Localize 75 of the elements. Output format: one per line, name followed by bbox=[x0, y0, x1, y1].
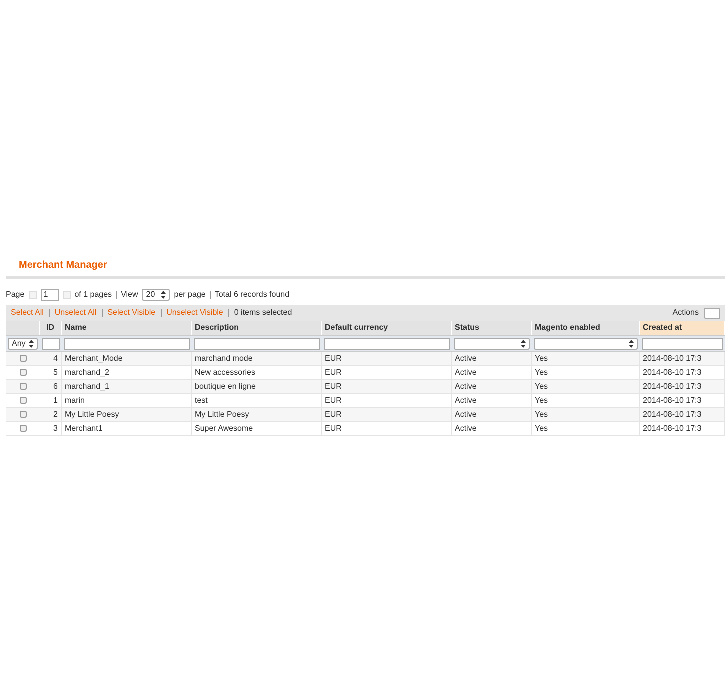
page-title: Merchant Manager bbox=[19, 260, 108, 271]
table-cell: Active bbox=[455, 394, 477, 406]
actions-label: Actions bbox=[672, 307, 699, 319]
table-cell: 2014-08-10 17:3 bbox=[643, 352, 702, 364]
table-cell: 4 bbox=[54, 352, 58, 364]
updown-arrows-icon bbox=[629, 340, 634, 348]
table-cell: 2014-08-10 17:3 bbox=[643, 408, 702, 420]
table-cell: EUR bbox=[325, 422, 342, 434]
table-cell: 6 bbox=[54, 380, 58, 392]
row-checkbox[interactable] bbox=[20, 425, 26, 432]
table-cell: EUR bbox=[325, 408, 342, 420]
updown-arrows-icon bbox=[161, 291, 166, 299]
table-cell: Merchant_Mode bbox=[65, 352, 123, 364]
table-cell: Yes bbox=[535, 380, 548, 392]
table-cell: Super Awesome bbox=[195, 422, 254, 434]
page-label: Page bbox=[6, 289, 25, 301]
view-label: View bbox=[121, 289, 138, 301]
table-cell: 2014-08-10 17:3 bbox=[643, 366, 702, 378]
row-checkbox[interactable] bbox=[20, 383, 26, 390]
table-cell: marchand_2 bbox=[65, 366, 110, 378]
table-cell: marchand mode bbox=[195, 352, 253, 364]
table-cell: Yes bbox=[535, 422, 548, 434]
table-cell: My Little Poesy bbox=[195, 408, 250, 420]
selected-count: 0 items selected bbox=[234, 307, 292, 319]
table-cell: Active bbox=[455, 352, 477, 364]
table-cell: Active bbox=[455, 380, 477, 392]
row-checkbox[interactable] bbox=[20, 411, 26, 418]
table-cell: test bbox=[195, 394, 208, 406]
filter-select[interactable] bbox=[534, 338, 638, 350]
table-cell: 2014-08-10 17:3 bbox=[643, 422, 702, 434]
table-cell: 1 bbox=[54, 394, 58, 406]
row-checkbox[interactable] bbox=[20, 369, 26, 376]
row-checkbox[interactable] bbox=[20, 397, 26, 404]
page-field[interactable]: 1 bbox=[40, 289, 59, 301]
table-cell: Yes bbox=[535, 408, 548, 420]
table-cell: 2 bbox=[54, 408, 58, 420]
updown-arrows-icon bbox=[29, 340, 34, 348]
per-page-label: per page bbox=[174, 289, 206, 301]
table-cell: boutique en ligne bbox=[195, 380, 256, 392]
previous-page-icon[interactable] bbox=[28, 291, 37, 299]
table-cell: 2014-08-10 17:3 bbox=[643, 380, 702, 392]
table-cell: EUR bbox=[325, 380, 342, 392]
table-cell: Active bbox=[455, 366, 477, 378]
updown-arrows-icon bbox=[521, 340, 526, 348]
per-page-select[interactable]: 20 bbox=[142, 289, 170, 301]
row-checkbox[interactable] bbox=[20, 355, 26, 362]
table-cell: Yes bbox=[535, 352, 548, 364]
table-cell: EUR bbox=[325, 394, 342, 406]
filter-field[interactable] bbox=[64, 338, 190, 350]
table-cell: My Little Poesy bbox=[65, 408, 120, 420]
table-cell: Yes bbox=[535, 366, 548, 378]
table-cell: New accessories bbox=[195, 366, 256, 378]
column-header[interactable]: Created at bbox=[640, 321, 725, 335]
actions-select[interactable] bbox=[704, 308, 720, 318]
table-cell: EUR bbox=[325, 352, 342, 364]
filter-field[interactable] bbox=[642, 338, 723, 350]
table-cell: marin bbox=[65, 394, 86, 406]
filter-field[interactable] bbox=[194, 338, 320, 350]
table-cell: 3 bbox=[54, 422, 58, 434]
table-cell: Yes bbox=[535, 394, 548, 406]
table-cell: 5 bbox=[54, 366, 58, 378]
filter-select[interactable] bbox=[454, 338, 530, 350]
column-header[interactable]: Status bbox=[452, 321, 532, 335]
filter-select[interactable]: Any bbox=[8, 338, 38, 350]
table-cell: Merchant1 bbox=[65, 422, 103, 434]
table-cell: Active bbox=[455, 408, 477, 420]
table-cell: EUR bbox=[325, 366, 342, 378]
next-page-icon[interactable] bbox=[62, 291, 71, 299]
table-cell: 2014-08-10 17:3 bbox=[643, 394, 702, 406]
filter-field[interactable] bbox=[42, 338, 60, 350]
filter-field[interactable] bbox=[324, 338, 450, 350]
table-cell: marchand_1 bbox=[65, 380, 110, 392]
table-cell: Active bbox=[455, 422, 477, 434]
records-count: Total 6 records found bbox=[214, 289, 290, 301]
page-count: of 1 pages bbox=[74, 289, 112, 301]
